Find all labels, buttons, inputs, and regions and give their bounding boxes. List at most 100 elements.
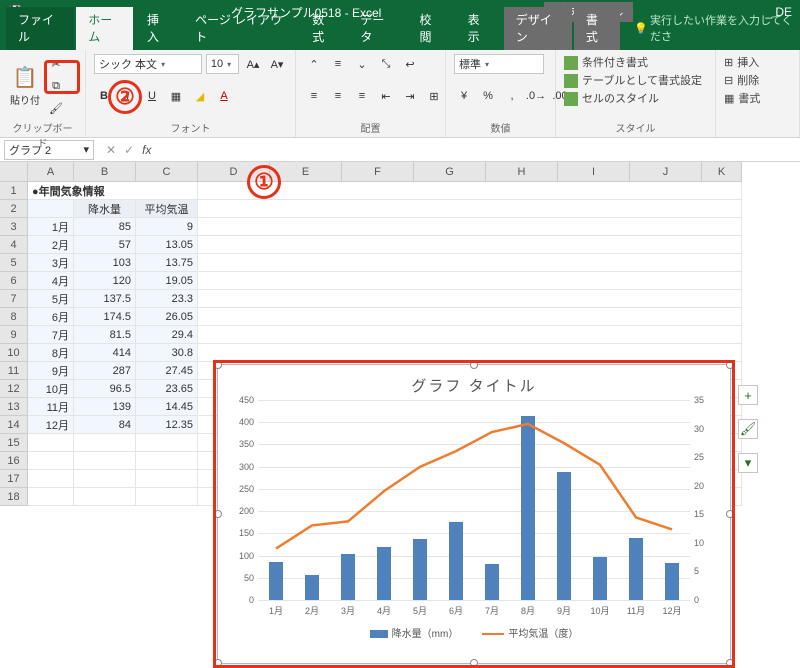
grid-cell[interactable] <box>198 218 742 236</box>
tab-data[interactable]: データ <box>348 7 405 50</box>
row-header[interactable]: 8 <box>0 308 28 326</box>
tell-me-box[interactable]: 💡 実行したい作業を入力してくださ <box>634 12 800 50</box>
percent-button[interactable]: % <box>478 86 498 106</box>
grid-cell[interactable]: 85 <box>74 218 136 236</box>
font-name-combo[interactable]: シック 本文▾ <box>94 54 202 74</box>
chart-elements-button[interactable]: + <box>738 385 758 405</box>
enter-icon[interactable]: ✓ <box>124 143 134 157</box>
row-header[interactable]: 1 <box>0 182 28 200</box>
increase-decimal-button[interactable]: .0→ <box>526 86 546 106</box>
grid-cell[interactable]: 174.5 <box>74 308 136 326</box>
col-header-j[interactable]: J <box>630 162 702 182</box>
paste-button[interactable]: 📋 貼り付 <box>8 62 42 110</box>
grid-cell[interactable]: 8月 <box>28 344 74 362</box>
underline-button[interactable]: U <box>142 86 162 106</box>
grid-cell[interactable]: 11月 <box>28 398 74 416</box>
grid-cell[interactable]: 57 <box>74 236 136 254</box>
row-header[interactable]: 11 <box>0 362 28 380</box>
increase-font-button[interactable]: A▴ <box>243 54 263 74</box>
row-header[interactable]: 4 <box>0 236 28 254</box>
decrease-font-button[interactable]: A▾ <box>267 54 287 74</box>
align-right-button[interactable]: ≡ <box>352 86 372 106</box>
grid-cell[interactable]: 137.5 <box>74 290 136 308</box>
embedded-chart[interactable]: グラフ タイトル 050100150200250300350400450 051… <box>217 364 731 664</box>
col-header-f[interactable]: F <box>342 162 414 182</box>
grid-cell[interactable]: 139 <box>74 398 136 416</box>
grid-cell[interactable] <box>136 434 198 452</box>
grid-cell[interactable]: 3月 <box>28 254 74 272</box>
grid-cell[interactable] <box>28 434 74 452</box>
grid-cell[interactable] <box>198 290 742 308</box>
grid-cell[interactable] <box>74 488 136 506</box>
grid-cell[interactable] <box>74 452 136 470</box>
grid-cell[interactable] <box>198 272 742 290</box>
col-header-c[interactable]: C <box>136 162 198 182</box>
font-color-button[interactable]: A <box>214 86 234 106</box>
tab-format[interactable]: 書式 <box>574 7 620 50</box>
grid-cell[interactable]: 12.35 <box>136 416 198 434</box>
orientation-button[interactable]: ⤡ <box>376 54 396 74</box>
grid-cell[interactable]: 30.8 <box>136 344 198 362</box>
grid-cell[interactable] <box>198 254 742 272</box>
merge-center-button[interactable]: ⊞ <box>424 86 444 106</box>
grid-cell[interactable]: 84 <box>74 416 136 434</box>
grid-cell[interactable]: 9月 <box>28 362 74 380</box>
tab-formulas[interactable]: 数式 <box>300 7 346 50</box>
grid-cell[interactable]: 27.45 <box>136 362 198 380</box>
grid-cell[interactable] <box>198 236 742 254</box>
row-header[interactable]: 7 <box>0 290 28 308</box>
grid-cell[interactable] <box>28 200 74 218</box>
align-center-button[interactable]: ≡ <box>328 86 348 106</box>
tab-home[interactable]: ホーム <box>76 7 133 50</box>
grid-cell[interactable]: 13.75 <box>136 254 198 272</box>
grid-cell[interactable] <box>136 452 198 470</box>
borders-button[interactable]: ▦ <box>166 86 186 106</box>
tab-insert[interactable]: 挿入 <box>135 7 181 50</box>
grid-cell[interactable]: 1月 <box>28 218 74 236</box>
number-format-combo[interactable]: 標準▾ <box>454 54 544 74</box>
grid-cell[interactable]: 19.05 <box>136 272 198 290</box>
grid-cell[interactable] <box>136 470 198 488</box>
row-header[interactable]: 15 <box>0 434 28 452</box>
currency-button[interactable]: ¥ <box>454 86 474 106</box>
grid-cell[interactable] <box>28 470 74 488</box>
format-as-table-button[interactable]: テーブルとして書式設定 <box>564 72 707 90</box>
tab-design[interactable]: デザイン <box>504 7 572 50</box>
row-header[interactable]: 5 <box>0 254 28 272</box>
row-header[interactable]: 13 <box>0 398 28 416</box>
delete-cells-button[interactable]: ⊟ 削除 <box>724 72 791 90</box>
align-bottom-button[interactable]: ⌄ <box>352 54 372 74</box>
grid-cell[interactable]: 414 <box>74 344 136 362</box>
grid-cell[interactable]: 12月 <box>28 416 74 434</box>
row-header[interactable]: 9 <box>0 326 28 344</box>
grid-cell[interactable]: 9 <box>136 218 198 236</box>
chart-filters-button[interactable]: ▾ <box>738 453 758 473</box>
select-all-corner[interactable] <box>0 162 28 182</box>
tab-review[interactable]: 校閲 <box>408 7 454 50</box>
row-header[interactable]: 12 <box>0 380 28 398</box>
grid-cell[interactable] <box>198 308 742 326</box>
chart-plot-area[interactable]: 050100150200250300350400450 051015202530… <box>258 400 690 600</box>
grid-cell[interactable]: 14.45 <box>136 398 198 416</box>
grid-cell[interactable] <box>28 488 74 506</box>
row-header[interactable]: 16 <box>0 452 28 470</box>
grid-cell[interactable]: 13.05 <box>136 236 198 254</box>
tab-file[interactable]: ファイル <box>6 7 74 50</box>
align-middle-button[interactable]: ≡ <box>328 54 348 74</box>
conditional-format-button[interactable]: 条件付き書式 <box>564 54 707 72</box>
grid-cell[interactable]: 29.4 <box>136 326 198 344</box>
insert-cells-button[interactable]: ⊞ 挿入 <box>724 54 791 72</box>
row-header[interactable]: 2 <box>0 200 28 218</box>
chart-styles-button[interactable]: 🖌 <box>738 419 758 439</box>
chart-legend[interactable]: 降水量（mm） 平均気温（度） <box>218 617 730 648</box>
increase-indent-button[interactable]: ⇥ <box>400 86 420 106</box>
grid-cell[interactable] <box>198 344 742 362</box>
grid-cell[interactable] <box>198 200 742 218</box>
comma-button[interactable]: , <box>502 86 522 106</box>
grid-cell[interactable] <box>136 488 198 506</box>
row-header[interactable]: 3 <box>0 218 28 236</box>
grid-cell[interactable]: 5月 <box>28 290 74 308</box>
col-header-b[interactable]: B <box>74 162 136 182</box>
wrap-text-button[interactable]: ↩ <box>400 54 420 74</box>
grid-cell[interactable]: 103 <box>74 254 136 272</box>
